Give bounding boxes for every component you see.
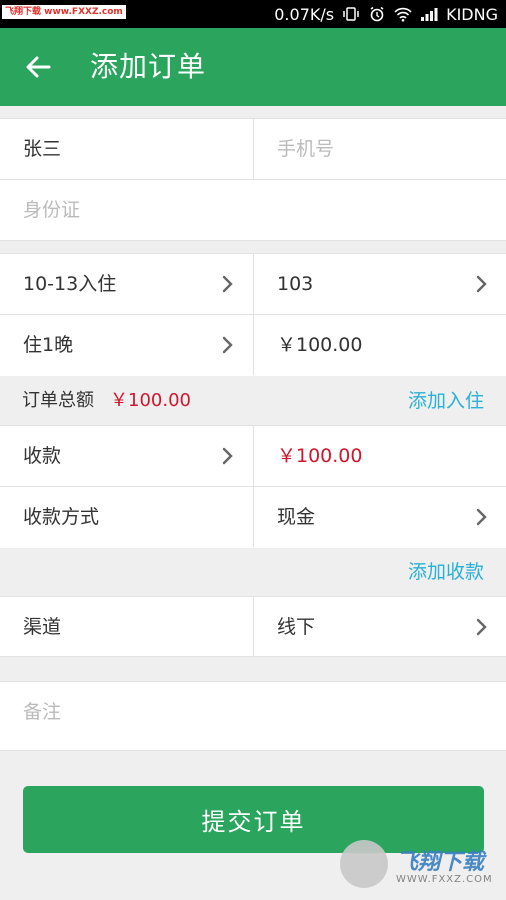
payment-selector[interactable]: 收款	[0, 426, 252, 486]
back-button[interactable]	[18, 47, 58, 87]
arrow-left-icon	[26, 56, 51, 78]
nights-selector[interactable]: 住1晚	[0, 315, 252, 375]
app-bar: 添加订单	[0, 28, 506, 106]
id-card-field[interactable]: 身份证	[0, 180, 506, 240]
vibrate-icon	[342, 6, 360, 22]
channel-label: 渠道	[23, 616, 62, 638]
checkin-date-label: 10-13入住	[23, 273, 117, 295]
room-selector[interactable]: 103	[253, 254, 506, 314]
remark-input[interactable]	[23, 682, 483, 742]
chevron-right-icon	[476, 618, 487, 636]
site-logo-watermark: 飞翔下载 WWW.FXXZ.COM	[340, 840, 500, 892]
phone-field[interactable]: 手机号	[253, 119, 506, 179]
payment-label: 收款	[23, 445, 62, 467]
room-number: 103	[277, 273, 314, 295]
logo-emblem-icon	[340, 840, 388, 888]
guest-id-row: 身份证	[0, 179, 506, 241]
add-payment-link[interactable]: 添加收款	[408, 548, 484, 596]
network-speed: 0.07K/s	[274, 4, 335, 24]
watermark-badge: 飞翔下载 www.FXXZ.com	[2, 5, 126, 19]
payment-method-selector[interactable]: 现金	[253, 487, 506, 547]
checkin-date-selector[interactable]: 10-13入住	[0, 254, 252, 314]
payment-method-row: 收款方式 现金	[0, 486, 506, 548]
guest-name-phone-row: 张三 手机号	[0, 118, 506, 179]
remark-box	[0, 681, 506, 751]
add-checkin-link[interactable]: 添加入住	[408, 376, 484, 426]
channel-value: 线下	[277, 616, 316, 638]
nights-price-row: 住1晚 ￥100.00	[0, 314, 506, 376]
carrier-name: KIDNG	[446, 4, 498, 24]
logo-url: WWW.FXXZ.COM	[396, 874, 493, 885]
payment-amount-field[interactable]: ￥100.00	[253, 426, 506, 486]
chevron-right-icon	[222, 447, 233, 465]
channel-selector[interactable]: 线下	[253, 597, 506, 657]
payment-method-value: 现金	[277, 506, 316, 528]
nights-label: 住1晚	[23, 334, 74, 356]
chevron-right-icon	[476, 508, 487, 526]
wifi-icon	[394, 6, 412, 22]
name-field[interactable]: 张三	[0, 119, 252, 179]
order-total-label: 订单总额	[22, 390, 94, 411]
chevron-right-icon	[476, 275, 487, 293]
page-title: 添加订单	[90, 50, 207, 83]
logo-name: 飞翔下载	[396, 850, 485, 875]
chevron-right-icon	[222, 275, 233, 293]
order-total-bar: 订单总额 ￥100.00 添加入住	[0, 376, 506, 426]
status-indicators: 0.07K/s KIDNG	[274, 0, 498, 28]
checkin-room-row: 10-13入住 103	[0, 253, 506, 314]
payment-method-label: 收款方式	[23, 506, 100, 528]
alarm-icon	[368, 6, 386, 22]
chevron-right-icon	[222, 336, 233, 354]
room-price-field[interactable]: ￥100.00	[253, 315, 506, 375]
add-payment-bar: 添加收款	[0, 548, 506, 596]
channel-row: 渠道 线下	[0, 596, 506, 657]
signal-icon	[420, 6, 438, 22]
order-total-amount: ￥100.00	[110, 390, 191, 411]
payment-row: 收款 ￥100.00	[0, 425, 506, 486]
status-bar: 飞翔下载 www.FXXZ.com 0.07K/s KIDNG	[0, 0, 506, 28]
